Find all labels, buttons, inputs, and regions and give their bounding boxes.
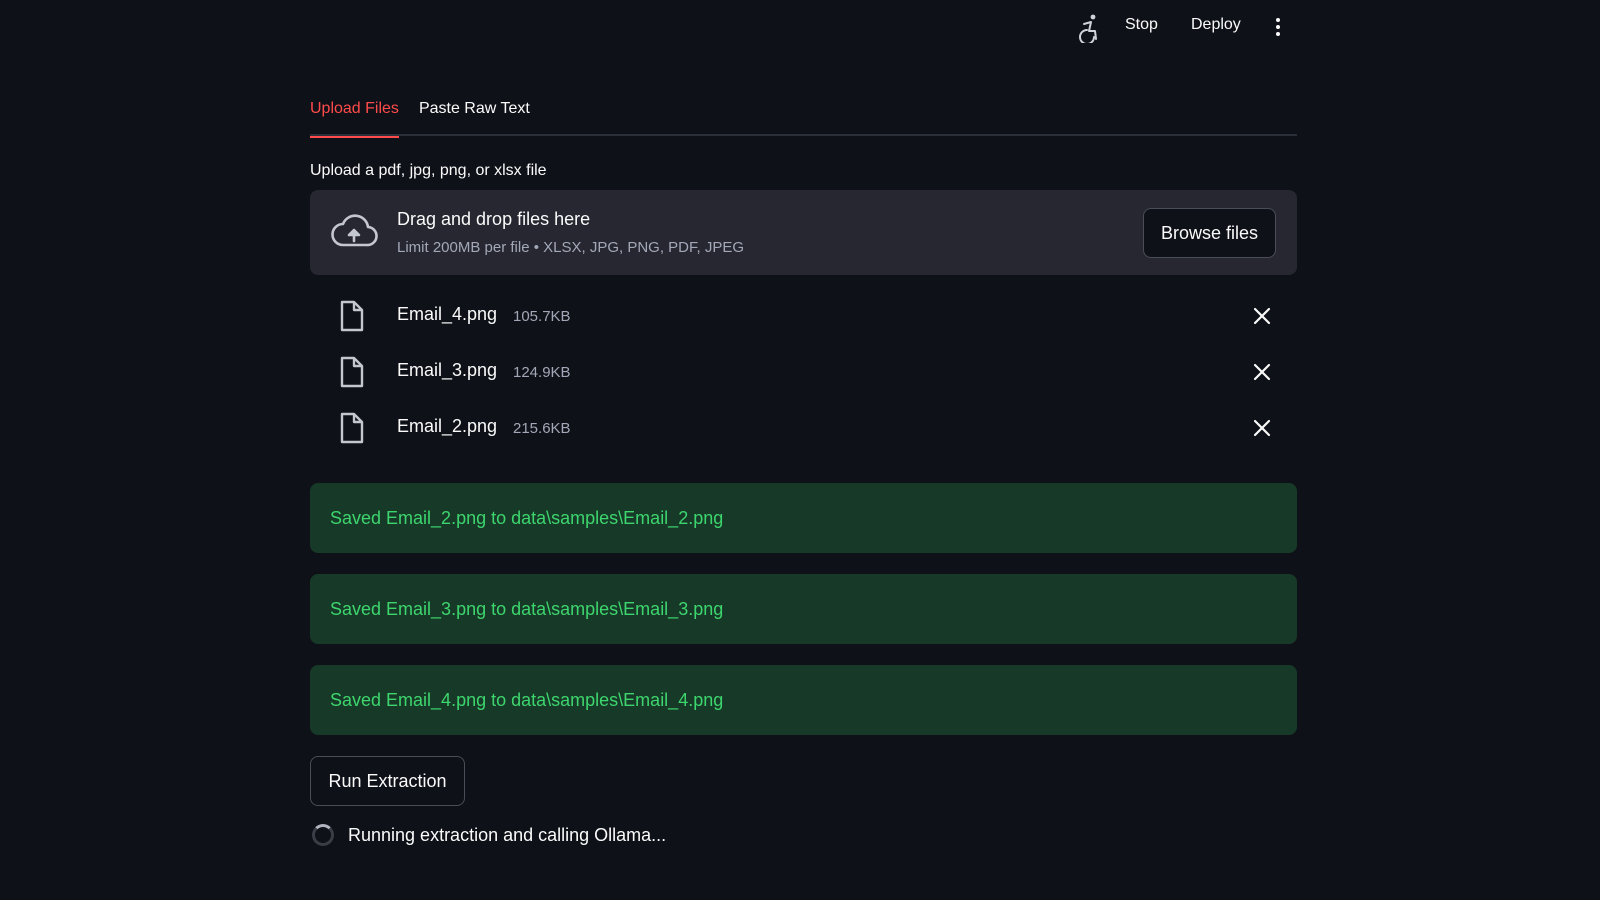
success-alert: Saved Email_3.png to data\samples\Email_… bbox=[310, 574, 1297, 644]
file-name: Email_4.png bbox=[397, 304, 498, 324]
file-size: 105.7KB bbox=[513, 308, 571, 325]
file-row: Email_3.png 124.9KB bbox=[310, 345, 1297, 401]
close-icon[interactable] bbox=[1251, 361, 1273, 383]
running-man-icon bbox=[1076, 13, 1102, 43]
file-icon bbox=[339, 412, 365, 444]
tab-paste-raw-text[interactable]: Paste Raw Text bbox=[419, 90, 530, 136]
close-icon[interactable] bbox=[1251, 417, 1273, 439]
file-size: 215.6KB bbox=[513, 420, 571, 437]
file-row: Email_4.png 105.7KB bbox=[310, 289, 1297, 345]
cloud-upload-icon bbox=[330, 214, 378, 250]
file-size: 124.9KB bbox=[513, 364, 571, 381]
deploy-button[interactable]: Deploy bbox=[1191, 16, 1241, 34]
file-name: Email_2.png bbox=[397, 416, 498, 436]
uploader-label: Upload a pdf, jpg, png, or xlsx file bbox=[310, 162, 547, 179]
stop-button[interactable]: Stop bbox=[1125, 16, 1158, 34]
app-header: Stop Deploy bbox=[0, 0, 1600, 56]
file-name: Email_3.png bbox=[397, 360, 498, 380]
file-dropzone[interactable]: Drag and drop files here Limit 200MB per… bbox=[310, 190, 1297, 275]
status-text: Running extraction and calling Ollama... bbox=[348, 824, 667, 845]
tab-upload-files[interactable]: Upload Files bbox=[310, 90, 399, 138]
run-extraction-button[interactable]: Run Extraction bbox=[310, 756, 465, 806]
success-alerts: Saved Email_2.png to data\samples\Email_… bbox=[310, 483, 1297, 735]
uploaded-file-list: Email_4.png 105.7KB Email_3.png 124.9KB bbox=[310, 289, 1297, 457]
main-content: Upload Files Paste Raw Text Upload a pdf… bbox=[310, 90, 1297, 846]
dropzone-limit: Limit 200MB per file • XLSX, JPG, PNG, P… bbox=[397, 239, 745, 256]
success-alert: Saved Email_4.png to data\samples\Email_… bbox=[310, 665, 1297, 735]
dropzone-title: Drag and drop files here bbox=[397, 209, 591, 229]
status-indicator: Running extraction and calling Ollama... bbox=[310, 824, 1297, 846]
spinner-icon bbox=[312, 824, 334, 846]
file-row: Email_2.png 215.6KB bbox=[310, 401, 1297, 457]
file-icon bbox=[339, 356, 365, 388]
tab-bar: Upload Files Paste Raw Text bbox=[310, 90, 1297, 138]
browse-files-button[interactable]: Browse files bbox=[1143, 208, 1276, 258]
success-alert: Saved Email_2.png to data\samples\Email_… bbox=[310, 483, 1297, 553]
main-menu-icon[interactable] bbox=[1268, 14, 1288, 40]
file-icon bbox=[339, 300, 365, 332]
close-icon[interactable] bbox=[1251, 305, 1273, 327]
